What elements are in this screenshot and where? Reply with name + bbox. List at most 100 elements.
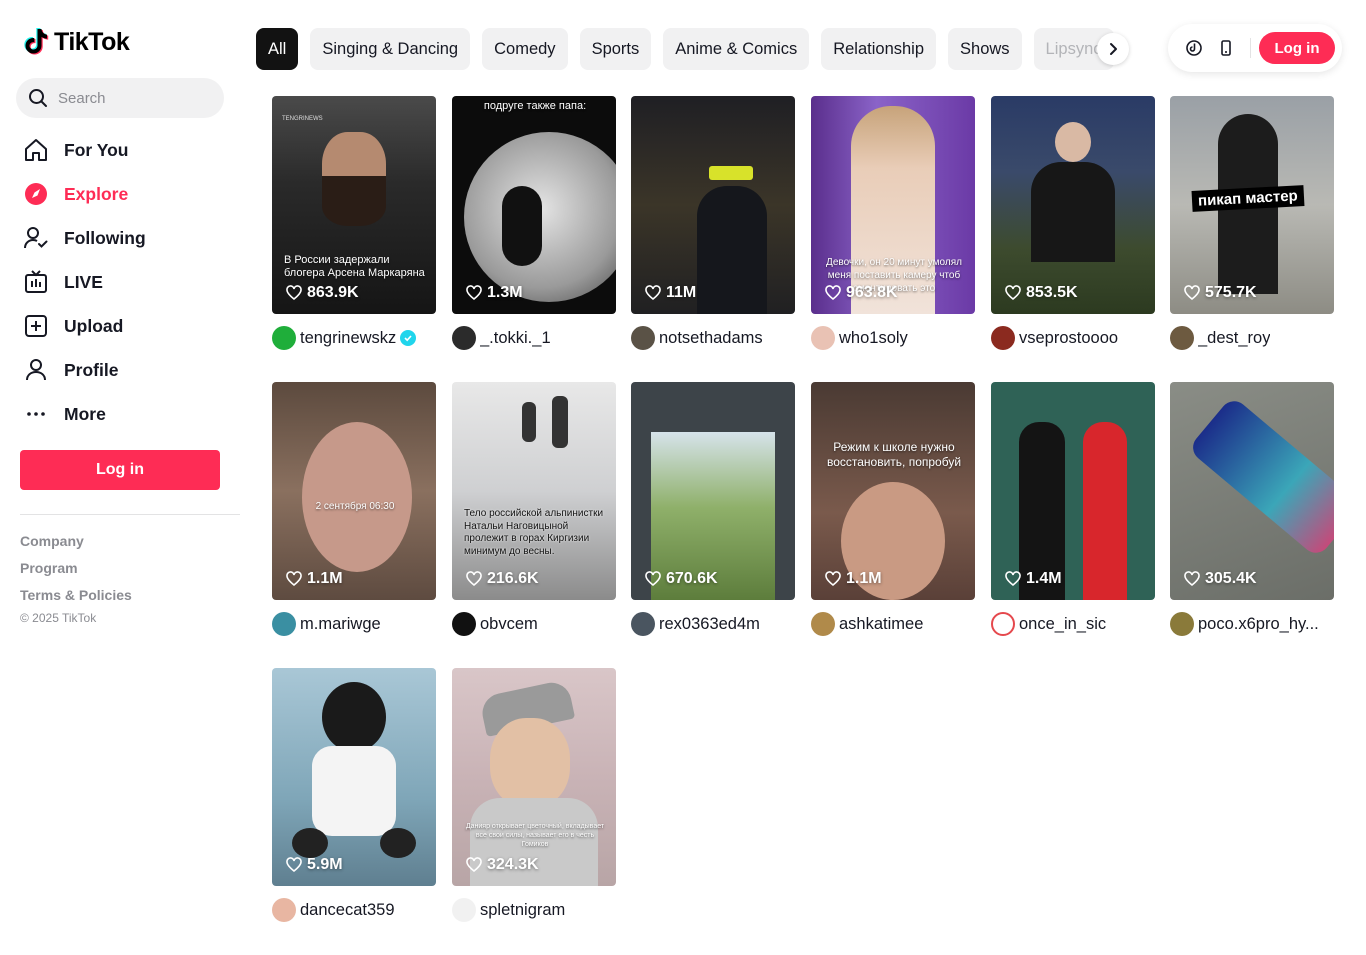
nav-item-profile[interactable]: Profile bbox=[20, 348, 230, 392]
video-thumbnail[interactable]: Девочки, он 20 минут умолял меня постави… bbox=[811, 96, 975, 314]
footer-link-company[interactable]: Company bbox=[20, 532, 132, 559]
video-card[interactable]: 2 сентября 06:30 1.1M m.mariwge bbox=[272, 382, 436, 636]
nav-item-explore[interactable]: Explore bbox=[20, 172, 230, 216]
video-card[interactable]: 670.6K rex0363ed4m bbox=[631, 382, 795, 636]
tab-sports[interactable]: Sports bbox=[579, 28, 652, 70]
video-card[interactable]: подруге также папа: 1.3M _.tokki._1 bbox=[452, 96, 616, 350]
video-card[interactable]: Данияр открывает цветочный, вкладывает в… bbox=[452, 668, 616, 922]
like-value: 1.1M bbox=[307, 570, 343, 587]
author-link[interactable]: dancecat359 bbox=[272, 898, 436, 922]
nav-item-more[interactable]: More bbox=[20, 392, 230, 436]
video-card[interactable]: TENGRINEWS В России задержали блогера Ар… bbox=[272, 96, 436, 350]
beard-shape bbox=[322, 176, 386, 226]
video-card[interactable]: Режим к школе нужно восстановить, попроб… bbox=[811, 382, 975, 636]
like-value: 670.6K bbox=[666, 570, 718, 587]
video-thumbnail[interactable]: TENGRINEWS В России задержали блогера Ар… bbox=[272, 96, 436, 314]
heart-icon bbox=[466, 285, 482, 301]
video-thumbnail[interactable]: Тело российской альпинистки Натальи Наго… bbox=[452, 382, 616, 600]
author-link[interactable]: obvcem bbox=[452, 612, 616, 636]
search-input[interactable] bbox=[58, 89, 208, 107]
username: once_in_sic bbox=[1019, 614, 1107, 633]
video-thumbnail[interactable]: 2 сентября 06:30 1.1M bbox=[272, 382, 436, 600]
nav-item-for-you[interactable]: For You bbox=[20, 128, 230, 172]
video-thumbnail[interactable]: Режим к школе нужно восстановить, попроб… bbox=[811, 382, 975, 600]
more-icon bbox=[20, 398, 52, 430]
video-card[interactable]: 1.4M once_in_sic bbox=[991, 382, 1155, 636]
like-value: 853.5K bbox=[1026, 284, 1078, 301]
video-card[interactable]: 305.4K poco.x6pro_hy... bbox=[1170, 382, 1334, 636]
nav-item-following[interactable]: Following bbox=[20, 216, 230, 260]
like-count: 963.8K bbox=[825, 284, 898, 302]
search-icon bbox=[29, 89, 47, 107]
category-tabs: All Singing & Dancing Comedy Sports Anim… bbox=[256, 28, 1128, 70]
author-link[interactable]: rex0363ed4m bbox=[631, 612, 795, 636]
like-count: 216.6K bbox=[466, 570, 539, 588]
heart-icon bbox=[466, 857, 482, 873]
category-next-button[interactable] bbox=[1097, 33, 1129, 65]
video-thumbnail[interactable]: 11M bbox=[631, 96, 795, 314]
author-link[interactable]: spletnigram bbox=[452, 898, 616, 922]
avatar bbox=[452, 612, 476, 636]
header-login-button[interactable]: Log in bbox=[1259, 32, 1335, 64]
video-thumbnail[interactable]: 305.4K bbox=[1170, 382, 1334, 600]
video-thumbnail[interactable]: 853.5K bbox=[991, 96, 1155, 314]
video-card[interactable]: 853.5K vseprostoooo bbox=[991, 96, 1155, 350]
tab-shows[interactable]: Shows bbox=[948, 28, 1022, 70]
video-card[interactable]: Тело российской альпинистки Натальи Наго… bbox=[452, 382, 616, 636]
username: m.mariwge bbox=[300, 614, 381, 633]
video-thumbnail[interactable]: подруге также папа: 1.3M bbox=[452, 96, 616, 314]
video-card[interactable]: 11M notsethadams bbox=[631, 96, 795, 350]
video-thumbnail[interactable]: пикап мастер 575.7K bbox=[1170, 96, 1334, 314]
like-count: 670.6K bbox=[645, 570, 718, 588]
tiktok-logo[interactable]: TikTok bbox=[24, 24, 130, 60]
tab-all[interactable]: All bbox=[256, 28, 299, 70]
video-card[interactable]: Девочки, он 20 минут умолял меня постави… bbox=[811, 96, 975, 350]
tab-relationship[interactable]: Relationship bbox=[821, 28, 937, 70]
nav-label: Explore bbox=[64, 183, 129, 204]
heart-icon bbox=[1184, 285, 1200, 301]
tiktok-logo-icon bbox=[24, 28, 49, 55]
video-thumbnail[interactable]: 5.9M bbox=[272, 668, 436, 886]
video-thumbnail[interactable]: 1.4M bbox=[991, 382, 1155, 600]
cat-head-shape bbox=[322, 682, 386, 752]
tab-anime-comics[interactable]: Anime & Comics bbox=[663, 28, 810, 70]
video-caption: Режим к школе нужно восстановить, попроб… bbox=[826, 440, 962, 469]
like-count: 853.5K bbox=[1005, 284, 1078, 302]
nav-item-live[interactable]: LIVE bbox=[20, 260, 230, 304]
watermark: TENGRINEWS bbox=[282, 116, 323, 122]
video-thumbnail[interactable]: Данияр открывает цветочный, вкладывает в… bbox=[452, 668, 616, 886]
author-link[interactable]: notsethadams bbox=[631, 326, 795, 350]
phone-icon[interactable] bbox=[1212, 34, 1240, 62]
like-value: 963.8K bbox=[846, 284, 898, 301]
author-link[interactable]: _dest_roy bbox=[1170, 326, 1334, 350]
author-link[interactable]: vseprostoooo bbox=[991, 326, 1155, 350]
tiktok-wordmark: TikTok bbox=[54, 27, 130, 56]
nav-item-upload[interactable]: Upload bbox=[20, 304, 230, 348]
nav-label: LIVE bbox=[64, 271, 103, 292]
author-link[interactable]: who1soly bbox=[811, 326, 975, 350]
author-link[interactable]: once_in_sic bbox=[991, 612, 1155, 636]
climber-shape bbox=[522, 402, 536, 442]
phone-shape bbox=[1187, 395, 1334, 559]
tab-singing-dancing[interactable]: Singing & Dancing bbox=[310, 28, 471, 70]
sidebar-login-button[interactable]: Log in bbox=[20, 450, 220, 490]
coin-icon[interactable] bbox=[1180, 34, 1208, 62]
author-link[interactable]: poco.x6pro_hy... bbox=[1170, 612, 1334, 636]
verified-badge-icon bbox=[400, 330, 417, 346]
home-icon bbox=[20, 134, 52, 166]
author-link[interactable]: m.mariwge bbox=[272, 612, 436, 636]
like-value: 1.3M bbox=[487, 284, 523, 301]
search-box[interactable] bbox=[16, 78, 224, 118]
footer-link-terms[interactable]: Terms & Policies bbox=[20, 586, 132, 613]
officer-shape bbox=[697, 186, 767, 314]
author-link[interactable]: ashkatimee bbox=[811, 612, 975, 636]
video-thumbnail[interactable]: 670.6K bbox=[631, 382, 795, 600]
tab-comedy[interactable]: Comedy bbox=[482, 28, 568, 70]
author-link[interactable]: tengrinewskz bbox=[272, 326, 436, 350]
username: notsethadams bbox=[659, 328, 763, 347]
video-card[interactable]: 5.9M dancecat359 bbox=[272, 668, 436, 922]
profile-icon bbox=[20, 354, 52, 386]
video-card[interactable]: пикап мастер 575.7K _dest_roy bbox=[1170, 96, 1334, 350]
author-link[interactable]: _.tokki._1 bbox=[452, 326, 616, 350]
footer-link-program[interactable]: Program bbox=[20, 559, 132, 586]
